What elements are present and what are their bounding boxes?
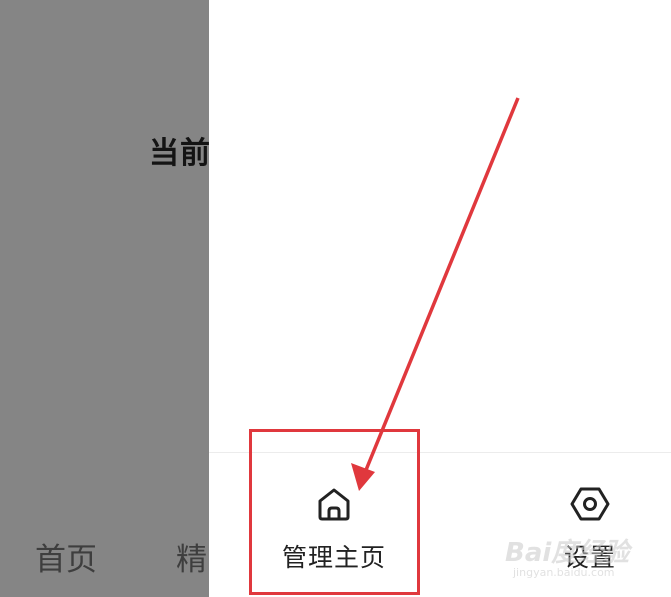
tab-home[interactable]: 首页 [35, 534, 97, 579]
watermark-subtext: jingyan.baidu.com [513, 566, 615, 579]
tab-featured[interactable]: 精 [176, 534, 207, 579]
background-page: 当前 首页 精 [0, 0, 209, 597]
watermark-text: Bai度经验 [505, 538, 630, 568]
watermark: Bai度经验 jingyan.baidu.com [505, 532, 645, 582]
page-title: 当前 [149, 136, 209, 171]
highlight-box [249, 429, 420, 595]
settings-icon [570, 487, 610, 521]
